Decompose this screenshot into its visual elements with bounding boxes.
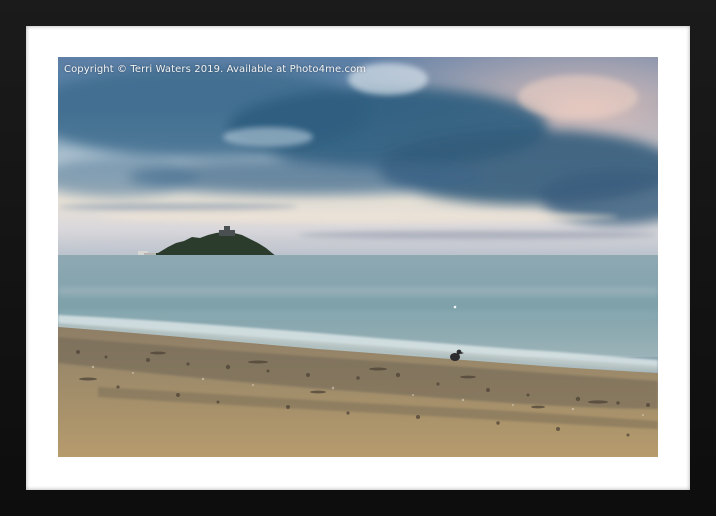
copyright-watermark: Copyright © Terri Waters 2019. Available… [64, 64, 367, 75]
picture-frame: Copyright © Terri Waters 2019. Available… [0, 0, 716, 516]
framed-photo: Copyright © Terri Waters 2019. Available… [58, 57, 658, 457]
beach-seascape-image [58, 57, 658, 457]
